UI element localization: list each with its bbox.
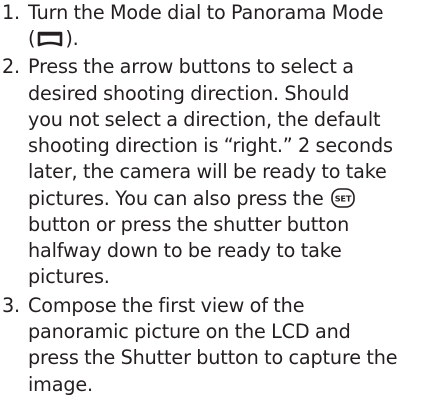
step-1: 1. Turn the Mode dial to Panorama Mode (…	[0, 0, 431, 52]
step-line: halfway down to be ready to take	[28, 238, 342, 262]
instruction-steps: 1. Turn the Mode dial to Panorama Mode (…	[0, 0, 431, 398]
set-button-label: SET	[335, 194, 352, 204]
line-text: (	[28, 27, 36, 51]
step-line: button or press the shutter button	[28, 212, 350, 236]
step-line: Press the arrow buttons to select a	[28, 55, 354, 79]
step-line: Turn the Mode dial to Panorama Mode	[28, 1, 384, 24]
step-line: shooting direction is “right.” 2 seconds	[28, 133, 393, 157]
step-line: ().	[28, 26, 431, 52]
step-line: you not select a direction, the default	[28, 107, 381, 131]
step-line: later, the camera will be ready to take	[28, 160, 387, 184]
step-line: pictures.	[28, 264, 110, 288]
step-line: press the Shutter button to capture the	[28, 346, 398, 370]
step-number: 1.	[2, 1, 21, 24]
set-button-icon: SET	[331, 188, 355, 209]
step-number: 3.	[2, 294, 21, 318]
step-2: 2. Press the arrow buttons to select a d…	[0, 54, 431, 290]
step-3: 3. Compose the first view of the panoram…	[0, 293, 431, 398]
step-line: panoramic picture on the LCD and	[28, 320, 351, 344]
panorama-mode-icon	[38, 31, 63, 47]
step-line: Compose the first view of the	[28, 294, 305, 318]
step-line: desired shooting direction. Should	[28, 81, 350, 105]
step-line: pictures. You can also press the SET	[28, 185, 431, 211]
step-number: 2.	[2, 55, 21, 79]
line-text: pictures. You can also press the	[28, 187, 330, 211]
step-line: image.	[28, 372, 93, 396]
line-text: ).	[65, 27, 79, 51]
